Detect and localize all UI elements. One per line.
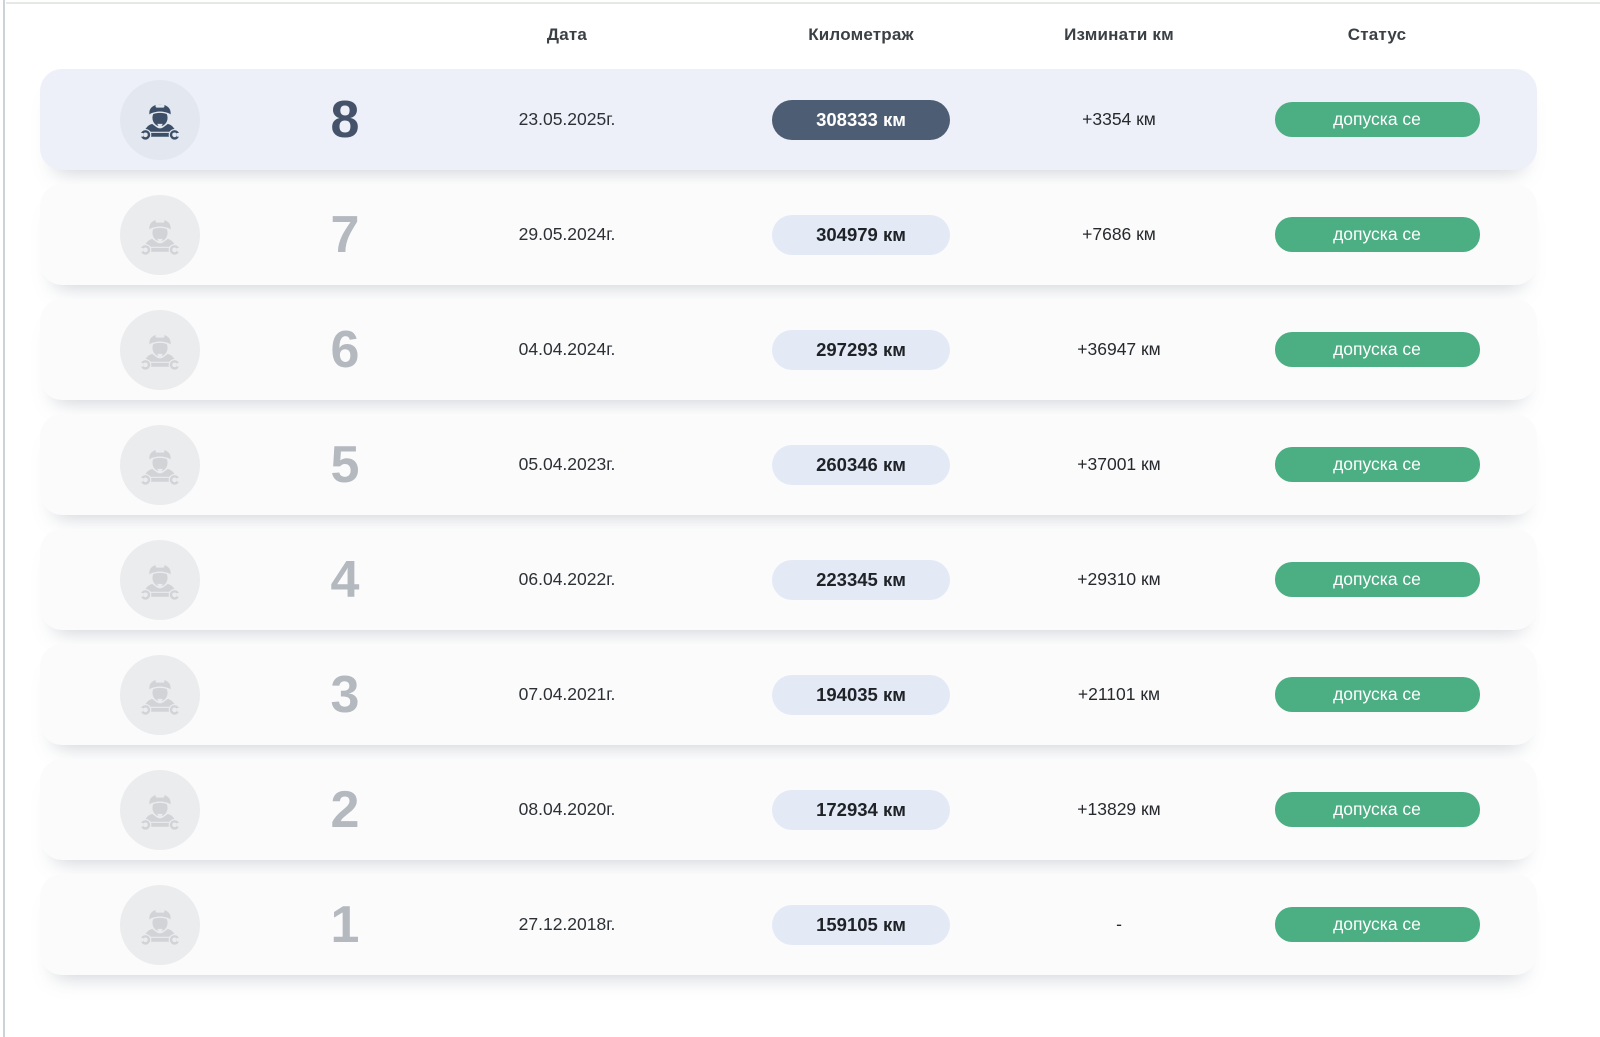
inspection-number: 1 [280,895,410,955]
status-badge: допуска се [1275,332,1480,367]
inspection-date: 07.04.2021г. [410,684,724,705]
inspection-number: 4 [280,550,410,610]
avatar-cell [40,425,280,505]
table-row[interactable]: 1 27.12.2018г. 159105 км - допуска се [40,874,1537,975]
avatar-cell [40,885,280,965]
avatar-cell [40,195,280,275]
inspection-date: 06.04.2022г. [410,569,724,590]
mileage-badge: 297293 км [772,330,950,370]
status-badge: допуска се [1275,102,1480,137]
mechanic-icon [132,90,188,150]
inspection-date: 23.05.2025г. [410,109,724,130]
mechanic-icon [132,895,188,955]
traveled-km: +29310 км [998,569,1240,590]
table-row[interactable]: 6 04.04.2024г. 297293 км +36947 км допус… [40,299,1537,400]
table-header: Дата Километраж Изминати км Статус [40,0,1537,69]
mileage-badge: 159105 км [772,905,950,945]
inspection-date: 05.04.2023г. [410,454,724,475]
table-row[interactable]: 8 23.05.2025г. 308333 км +3354 км допуск… [40,69,1537,170]
traveled-km: +3354 км [998,109,1240,130]
status-badge: допуска се [1275,677,1480,712]
mileage-badge: 194035 км [772,675,950,715]
avatar-cell [40,770,280,850]
panel-left-border [3,0,5,1037]
inspection-history-panel: Дата Километраж Изминати км Статус [0,0,1600,975]
avatar [120,770,200,850]
table-row[interactable]: 3 07.04.2021г. 194035 км +21101 км допус… [40,644,1537,745]
inspection-number: 6 [280,320,410,380]
avatar [120,195,200,275]
avatar [120,885,200,965]
mileage-badge: 223345 км [772,560,950,600]
inspection-date: 04.04.2024г. [410,339,724,360]
inspection-number: 7 [280,205,410,265]
avatar [120,655,200,735]
mechanic-icon [132,320,188,380]
status-badge: допуска се [1275,562,1480,597]
mechanic-icon [132,780,188,840]
mileage-badge: 172934 км [772,790,950,830]
mechanic-icon [132,205,188,265]
status-badge: допуска се [1275,217,1480,252]
traveled-km: +21101 км [998,684,1240,705]
status-badge: допуска се [1275,447,1480,482]
inspection-number: 8 [280,90,410,150]
column-header-traveled: Изминати км [998,25,1240,45]
traveled-km: +37001 км [998,454,1240,475]
avatar-cell [40,540,280,620]
inspection-number: 3 [280,665,410,725]
inspection-number: 5 [280,435,410,495]
traveled-km: +13829 км [998,799,1240,820]
inspection-date: 29.05.2024г. [410,224,724,245]
mileage-badge: 308333 км [772,100,950,140]
table-row[interactable]: 4 06.04.2022г. 223345 км +29310 км допус… [40,529,1537,630]
column-header-mileage: Километраж [724,25,998,45]
avatar-cell [40,310,280,390]
status-badge: допуска се [1275,792,1480,827]
mechanic-icon [132,665,188,725]
column-header-date: Дата [410,25,724,45]
table-row[interactable]: 2 08.04.2020г. 172934 км +13829 км допус… [40,759,1537,860]
avatar-cell [40,655,280,735]
avatar-cell [40,80,280,160]
inspection-date: 27.12.2018г. [410,914,724,935]
avatar [120,425,200,505]
status-badge: допуска се [1275,907,1480,942]
avatar [120,310,200,390]
mechanic-icon [132,550,188,610]
table-row[interactable]: 7 29.05.2024г. 304979 км +7686 км допуск… [40,184,1537,285]
traveled-km: +7686 км [998,224,1240,245]
table-row[interactable]: 5 05.04.2023г. 260346 км +37001 км допус… [40,414,1537,515]
column-header-status: Статус [1240,25,1514,45]
panel-top-border [6,2,1600,4]
mileage-badge: 304979 км [772,215,950,255]
traveled-km: +36947 км [998,339,1240,360]
avatar [120,80,200,160]
traveled-km: - [998,914,1240,935]
mechanic-icon [132,435,188,495]
inspection-number: 2 [280,780,410,840]
avatar [120,540,200,620]
mileage-badge: 260346 км [772,445,950,485]
inspection-date: 08.04.2020г. [410,799,724,820]
inspection-list: 8 23.05.2025г. 308333 км +3354 км допуск… [40,69,1537,975]
